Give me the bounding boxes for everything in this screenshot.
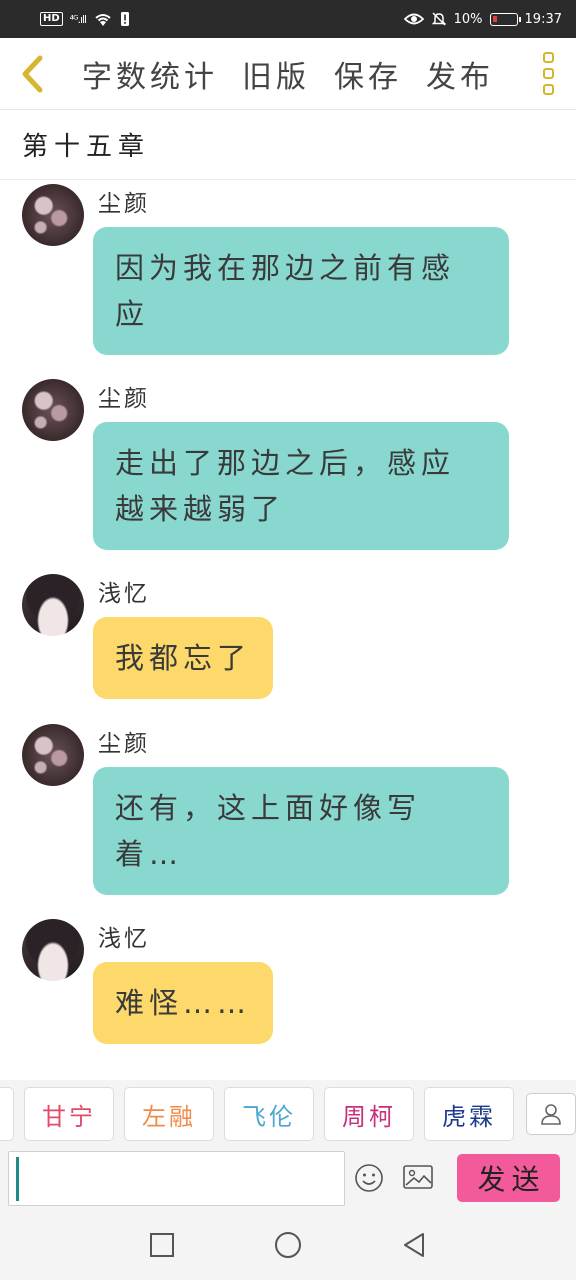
avatar[interactable] [22, 184, 84, 246]
back-button[interactable] [0, 38, 64, 110]
image-icon [403, 1165, 433, 1189]
message-bubble[interactable]: 因为我在那边之前有感应 [93, 227, 509, 355]
character-chip[interactable]: 左融 [124, 1087, 214, 1141]
back-nav-button[interactable] [394, 1225, 434, 1265]
eye-icon [403, 13, 424, 25]
input-bar: 发送 [0, 1148, 576, 1210]
character-chip[interactable]: 飞伦 [224, 1087, 314, 1141]
sender-name: 尘颜 [98, 386, 150, 412]
more-vertical-icon[interactable] [520, 38, 576, 110]
clock: 19:37 [524, 11, 562, 27]
chat-list[interactable]: 尘颜 因为我在那边之前有感应 尘颜 走出了那边之后，感应越来越弱了 浅忆 我都忘… [0, 180, 576, 1080]
sender-name: 尘颜 [98, 731, 150, 757]
square-icon [150, 1233, 174, 1257]
message-input[interactable] [8, 1151, 345, 1206]
chevron-left-icon [22, 55, 43, 92]
battery-icon [489, 12, 521, 26]
battery-percent: 10% [453, 11, 483, 27]
publish-button[interactable]: 发布 [426, 52, 494, 96]
message-bubble[interactable]: 难怪…… [93, 962, 274, 1044]
character-chip[interactable]: 周柯 [324, 1087, 414, 1141]
chapter-title[interactable]: 第十五章 [0, 110, 576, 180]
character-chip[interactable]: 甘宁 [24, 1087, 114, 1141]
circle-icon [275, 1232, 301, 1258]
smiley-icon [355, 1164, 383, 1192]
avatar[interactable] [22, 724, 84, 786]
send-button[interactable]: 发送 [457, 1154, 560, 1202]
hd-indicator: HD [40, 12, 63, 26]
recents-button[interactable] [142, 1225, 182, 1265]
avatar[interactable] [22, 379, 84, 441]
avatar[interactable] [22, 574, 84, 636]
triangle-back-icon [404, 1233, 424, 1257]
sender-name: 尘颜 [98, 191, 150, 217]
mute-bell-icon [431, 12, 446, 26]
text-caret [16, 1157, 19, 1201]
alert-icon [121, 12, 130, 26]
image-button[interactable] [402, 1163, 434, 1195]
navigation-bar [0, 1210, 576, 1280]
character-chip-partial[interactable] [0, 1087, 14, 1141]
avatar[interactable] [22, 919, 84, 981]
sender-name: 浅忆 [98, 926, 150, 952]
status-bar: HD ⁴ᴳ.ıll 10% 19:37 [0, 0, 576, 38]
user-icon [541, 1104, 561, 1125]
emoji-button[interactable] [354, 1163, 384, 1197]
add-character-button[interactable] [526, 1093, 576, 1135]
save-button[interactable]: 保存 [334, 52, 402, 96]
sender-name: 浅忆 [98, 581, 150, 607]
character-chip[interactable]: 虎霖 [424, 1087, 514, 1141]
wifi-icon [95, 14, 111, 26]
character-bar[interactable]: 甘宁 左融 飞伦 周柯 虎霖 [0, 1080, 576, 1148]
word-count-button[interactable]: 字数统计 [82, 52, 218, 96]
old-version-button[interactable]: 旧版 [242, 52, 310, 96]
signal-icon: ⁴ᴳ.ıll [69, 12, 87, 26]
message-bubble[interactable]: 还有，这上面好像写着… [93, 767, 509, 895]
message-bubble[interactable]: 我都忘了 [93, 617, 274, 699]
home-button[interactable] [268, 1225, 308, 1265]
top-toolbar: 字数统计 旧版 保存 发布 [0, 38, 576, 110]
message-bubble[interactable]: 走出了那边之后，感应越来越弱了 [93, 422, 509, 550]
